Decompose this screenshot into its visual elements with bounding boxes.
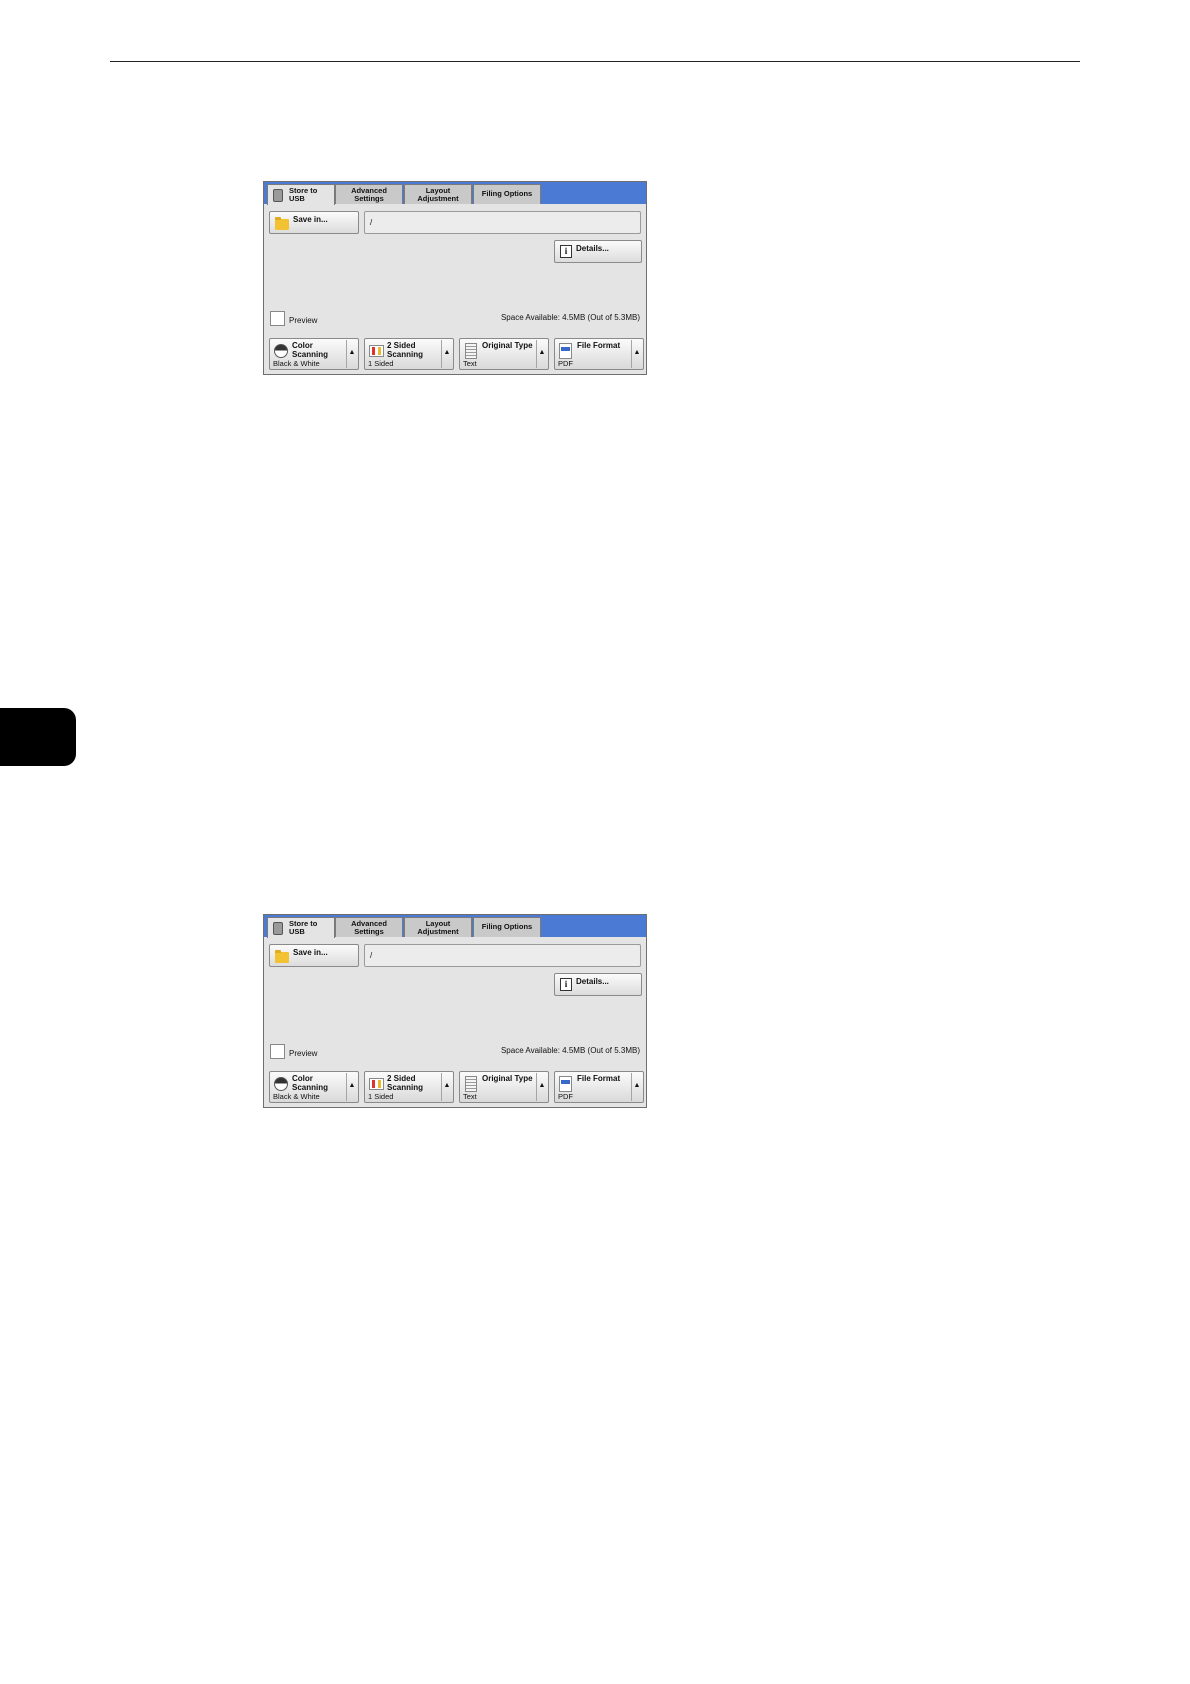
preview-checkbox[interactable] [270,1044,285,1059]
feature-value: PDF [558,359,573,368]
tab-label: Store to USB [289,186,318,203]
up-arrow-icon[interactable]: ▲ [631,340,642,368]
two-sided-icon [369,1078,384,1090]
details-label: Details... [576,977,609,986]
tab-advanced-settings[interactable]: Advanced Settings [335,917,403,937]
feature-value: PDF [558,1092,573,1101]
up-arrow-icon[interactable]: ▲ [631,1073,642,1101]
feature-title: File Format [577,341,621,350]
pdf-icon [559,343,572,359]
tab-label: Store to USB [289,919,318,936]
usb-icon [273,189,283,202]
space-available-text: Space Available: 4.5MB (Out of 5.3MB) [500,1046,640,1055]
original-type-button[interactable]: Original Type Text ▲ [459,1071,549,1103]
feature-value: 1 Sided [368,1092,394,1101]
tab-label: Advanced Settings [351,186,387,203]
save-in-label: Save in... [293,948,328,957]
tab-bar: Store to USB Advanced Settings Layout Ad… [264,915,646,938]
tab-label: Filing Options [481,189,533,198]
tab-bar: Store to USB Advanced Settings Layout Ad… [264,182,646,205]
usb-store-screen-1: Store to USB Advanced Settings Layout Ad… [263,181,647,375]
usb-store-screen-2: Store to USB Advanced Settings Layout Ad… [263,914,647,1108]
tab-label: Layout Adjustment [417,186,459,203]
tab-layout-adjustment[interactable]: Layout Adjustment [404,184,472,204]
up-arrow-icon[interactable]: ▲ [536,1073,547,1101]
color-scanning-button[interactable]: Color Scanning Black & White ▲ [269,1071,359,1103]
file-format-button[interactable]: File Format PDF ▲ [554,338,644,370]
two-sided-scanning-button[interactable]: 2 Sided Scanning 1 Sided ▲ [364,1071,454,1103]
preview-label: Preview [289,316,318,325]
color-scanning-icon [274,344,288,358]
feature-value: Black & White [273,1092,320,1101]
preview-checkbox[interactable] [270,311,285,326]
chapter-tab [0,708,76,766]
space-available-text: Space Available: 4.5MB (Out of 5.3MB) [500,313,640,322]
save-in-button[interactable]: Save in... [269,944,359,967]
feature-title: Original Type [482,1074,533,1083]
document-icon [465,343,477,359]
feature-value: Text [463,359,477,368]
save-path-field[interactable]: / [364,211,641,234]
tab-store-to-usb[interactable]: Store to USB [267,917,335,938]
two-sided-icon [369,345,384,357]
up-arrow-icon[interactable]: ▲ [346,340,357,368]
tab-label: Filing Options [481,922,533,931]
feature-title: Color Scanning [292,341,329,359]
feature-title: 2 Sided Scanning [387,1074,424,1092]
tab-layout-adjustment[interactable]: Layout Adjustment [404,917,472,937]
feature-value: Black & White [273,359,320,368]
save-in-button[interactable]: Save in... [269,211,359,234]
save-in-label: Save in... [293,215,328,224]
up-arrow-icon[interactable]: ▲ [346,1073,357,1101]
header-rule [110,61,1080,62]
document-icon [465,1076,477,1092]
preview-label: Preview [289,1049,318,1058]
up-arrow-icon[interactable]: ▲ [441,340,452,368]
tab-label: Layout Adjustment [417,919,459,936]
save-path-value: / [370,218,373,227]
up-arrow-icon[interactable]: ▲ [536,340,547,368]
color-scanning-icon [274,1077,288,1091]
info-icon: i [560,245,572,258]
details-button[interactable]: i Details... [554,973,642,996]
usb-icon [273,922,283,935]
tab-store-to-usb[interactable]: Store to USB [267,184,335,205]
details-label: Details... [576,244,609,253]
up-arrow-icon[interactable]: ▲ [441,1073,452,1101]
folder-icon [275,950,289,963]
info-icon: i [560,978,572,991]
original-type-button[interactable]: Original Type Text ▲ [459,338,549,370]
folder-icon [275,217,289,230]
feature-title: 2 Sided Scanning [387,341,424,359]
tab-advanced-settings[interactable]: Advanced Settings [335,184,403,204]
details-button[interactable]: i Details... [554,240,642,263]
file-format-button[interactable]: File Format PDF ▲ [554,1071,644,1103]
pdf-icon [559,1076,572,1092]
two-sided-scanning-button[interactable]: 2 Sided Scanning 1 Sided ▲ [364,338,454,370]
save-path-value: / [370,951,373,960]
feature-value: 1 Sided [368,359,394,368]
feature-value: Text [463,1092,477,1101]
save-path-field[interactable]: / [364,944,641,967]
tab-filing-options[interactable]: Filing Options [473,917,541,937]
feature-title: Original Type [482,341,533,350]
feature-title: File Format [577,1074,621,1083]
color-scanning-button[interactable]: Color Scanning Black & White ▲ [269,338,359,370]
tab-filing-options[interactable]: Filing Options [473,184,541,204]
tab-label: Advanced Settings [351,919,387,936]
feature-title: Color Scanning [292,1074,329,1092]
